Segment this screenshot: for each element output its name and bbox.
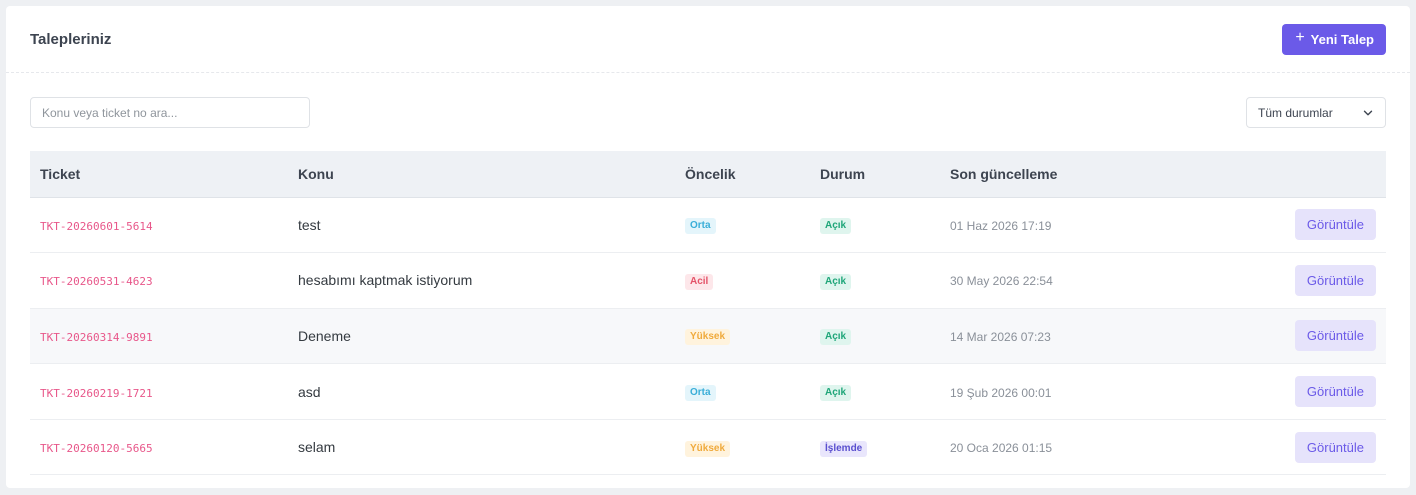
status-filter-value: Tüm durumlar bbox=[1258, 105, 1333, 120]
column-header-actions bbox=[1190, 151, 1386, 198]
view-ticket-button[interactable]: Görüntüle bbox=[1294, 264, 1376, 296]
table-header-row: Ticket Konu Öncelik Durum Son güncelleme bbox=[30, 151, 1386, 198]
filters-bar: Tüm durumlar bbox=[30, 97, 1386, 128]
column-header-updated: Son güncelleme bbox=[940, 151, 1190, 198]
table-row: TKT-20260314-9891 Deneme Yüksek Açık 14 … bbox=[30, 308, 1386, 365]
view-ticket-button[interactable]: Görüntüle bbox=[1294, 320, 1376, 352]
search-input[interactable] bbox=[30, 97, 310, 128]
last-updated: 30 May 2026 22:54 bbox=[950, 274, 1053, 289]
column-header-priority: Öncelik bbox=[675, 151, 810, 198]
priority-badge: Yüksek bbox=[685, 329, 731, 346]
ticket-subject: selam bbox=[298, 439, 336, 456]
view-ticket-button[interactable]: Görüntüle bbox=[1294, 376, 1376, 408]
priority-badge: Acil bbox=[685, 273, 714, 290]
column-header-subject: Konu bbox=[288, 151, 675, 198]
table-row: TKT-20260601-5614 test Orta Açık 01 Haz … bbox=[30, 197, 1386, 254]
new-ticket-button[interactable]: + Yeni Talep bbox=[1282, 23, 1386, 55]
card-header: Talepleriniz + Yeni Talep bbox=[6, 6, 1410, 73]
chevron-down-icon bbox=[1363, 110, 1373, 115]
status-badge: Açık bbox=[820, 385, 852, 402]
ticket-id: TKT-20260531-4623 bbox=[40, 275, 153, 289]
ticket-id: TKT-20260601-5614 bbox=[40, 219, 153, 233]
view-ticket-button[interactable]: Görüntüle bbox=[1294, 209, 1376, 241]
ticket-subject: test bbox=[298, 216, 321, 233]
table-row: TKT-20260219-1721 asd Orta Açık 19 Şub 2… bbox=[30, 363, 1386, 420]
priority-badge: Yüksek bbox=[685, 440, 731, 457]
tickets-card: Talepleriniz + Yeni Talep Tüm durumlar bbox=[6, 6, 1410, 488]
view-ticket-button[interactable]: Görüntüle bbox=[1294, 431, 1376, 463]
card-body: Tüm durumlar Ticket Konu Öncelik bbox=[6, 73, 1410, 476]
page-title: Talepleriniz bbox=[30, 30, 112, 48]
column-header-ticket: Ticket bbox=[30, 151, 288, 198]
column-header-status: Durum bbox=[810, 151, 940, 198]
ticket-subject: Deneme bbox=[298, 327, 351, 344]
last-updated: 20 Oca 2026 01:15 bbox=[950, 441, 1053, 456]
status-badge: Açık bbox=[820, 329, 852, 346]
status-badge: İşlemde bbox=[820, 440, 868, 457]
priority-badge: Orta bbox=[685, 218, 716, 235]
ticket-id: TKT-20260314-9891 bbox=[40, 330, 153, 344]
plus-icon: + bbox=[1295, 29, 1305, 46]
tickets-table: Ticket Konu Öncelik Durum Son güncelleme… bbox=[30, 151, 1386, 476]
priority-badge: Orta bbox=[685, 385, 716, 402]
table-row: TKT-20260120-5665 selam Yüksek İşlemde 2… bbox=[30, 419, 1386, 476]
new-ticket-label: Yeni Talep bbox=[1310, 31, 1374, 47]
status-filter-select[interactable]: Tüm durumlar bbox=[1246, 97, 1386, 128]
status-badge: Açık bbox=[820, 273, 852, 290]
last-updated: 14 Mar 2026 07:23 bbox=[950, 329, 1051, 344]
ticket-subject: asd bbox=[298, 383, 321, 400]
ticket-subject: hesabımı kaptmak istiyorum bbox=[298, 272, 473, 289]
ticket-id: TKT-20260219-1721 bbox=[40, 386, 153, 400]
status-badge: Açık bbox=[820, 218, 852, 235]
table-row: TKT-20260531-4623 hesabımı kaptmak istiy… bbox=[30, 252, 1386, 309]
last-updated: 19 Şub 2026 00:01 bbox=[950, 385, 1052, 400]
ticket-id: TKT-20260120-5665 bbox=[40, 442, 153, 456]
last-updated: 01 Haz 2026 17:19 bbox=[950, 218, 1052, 233]
